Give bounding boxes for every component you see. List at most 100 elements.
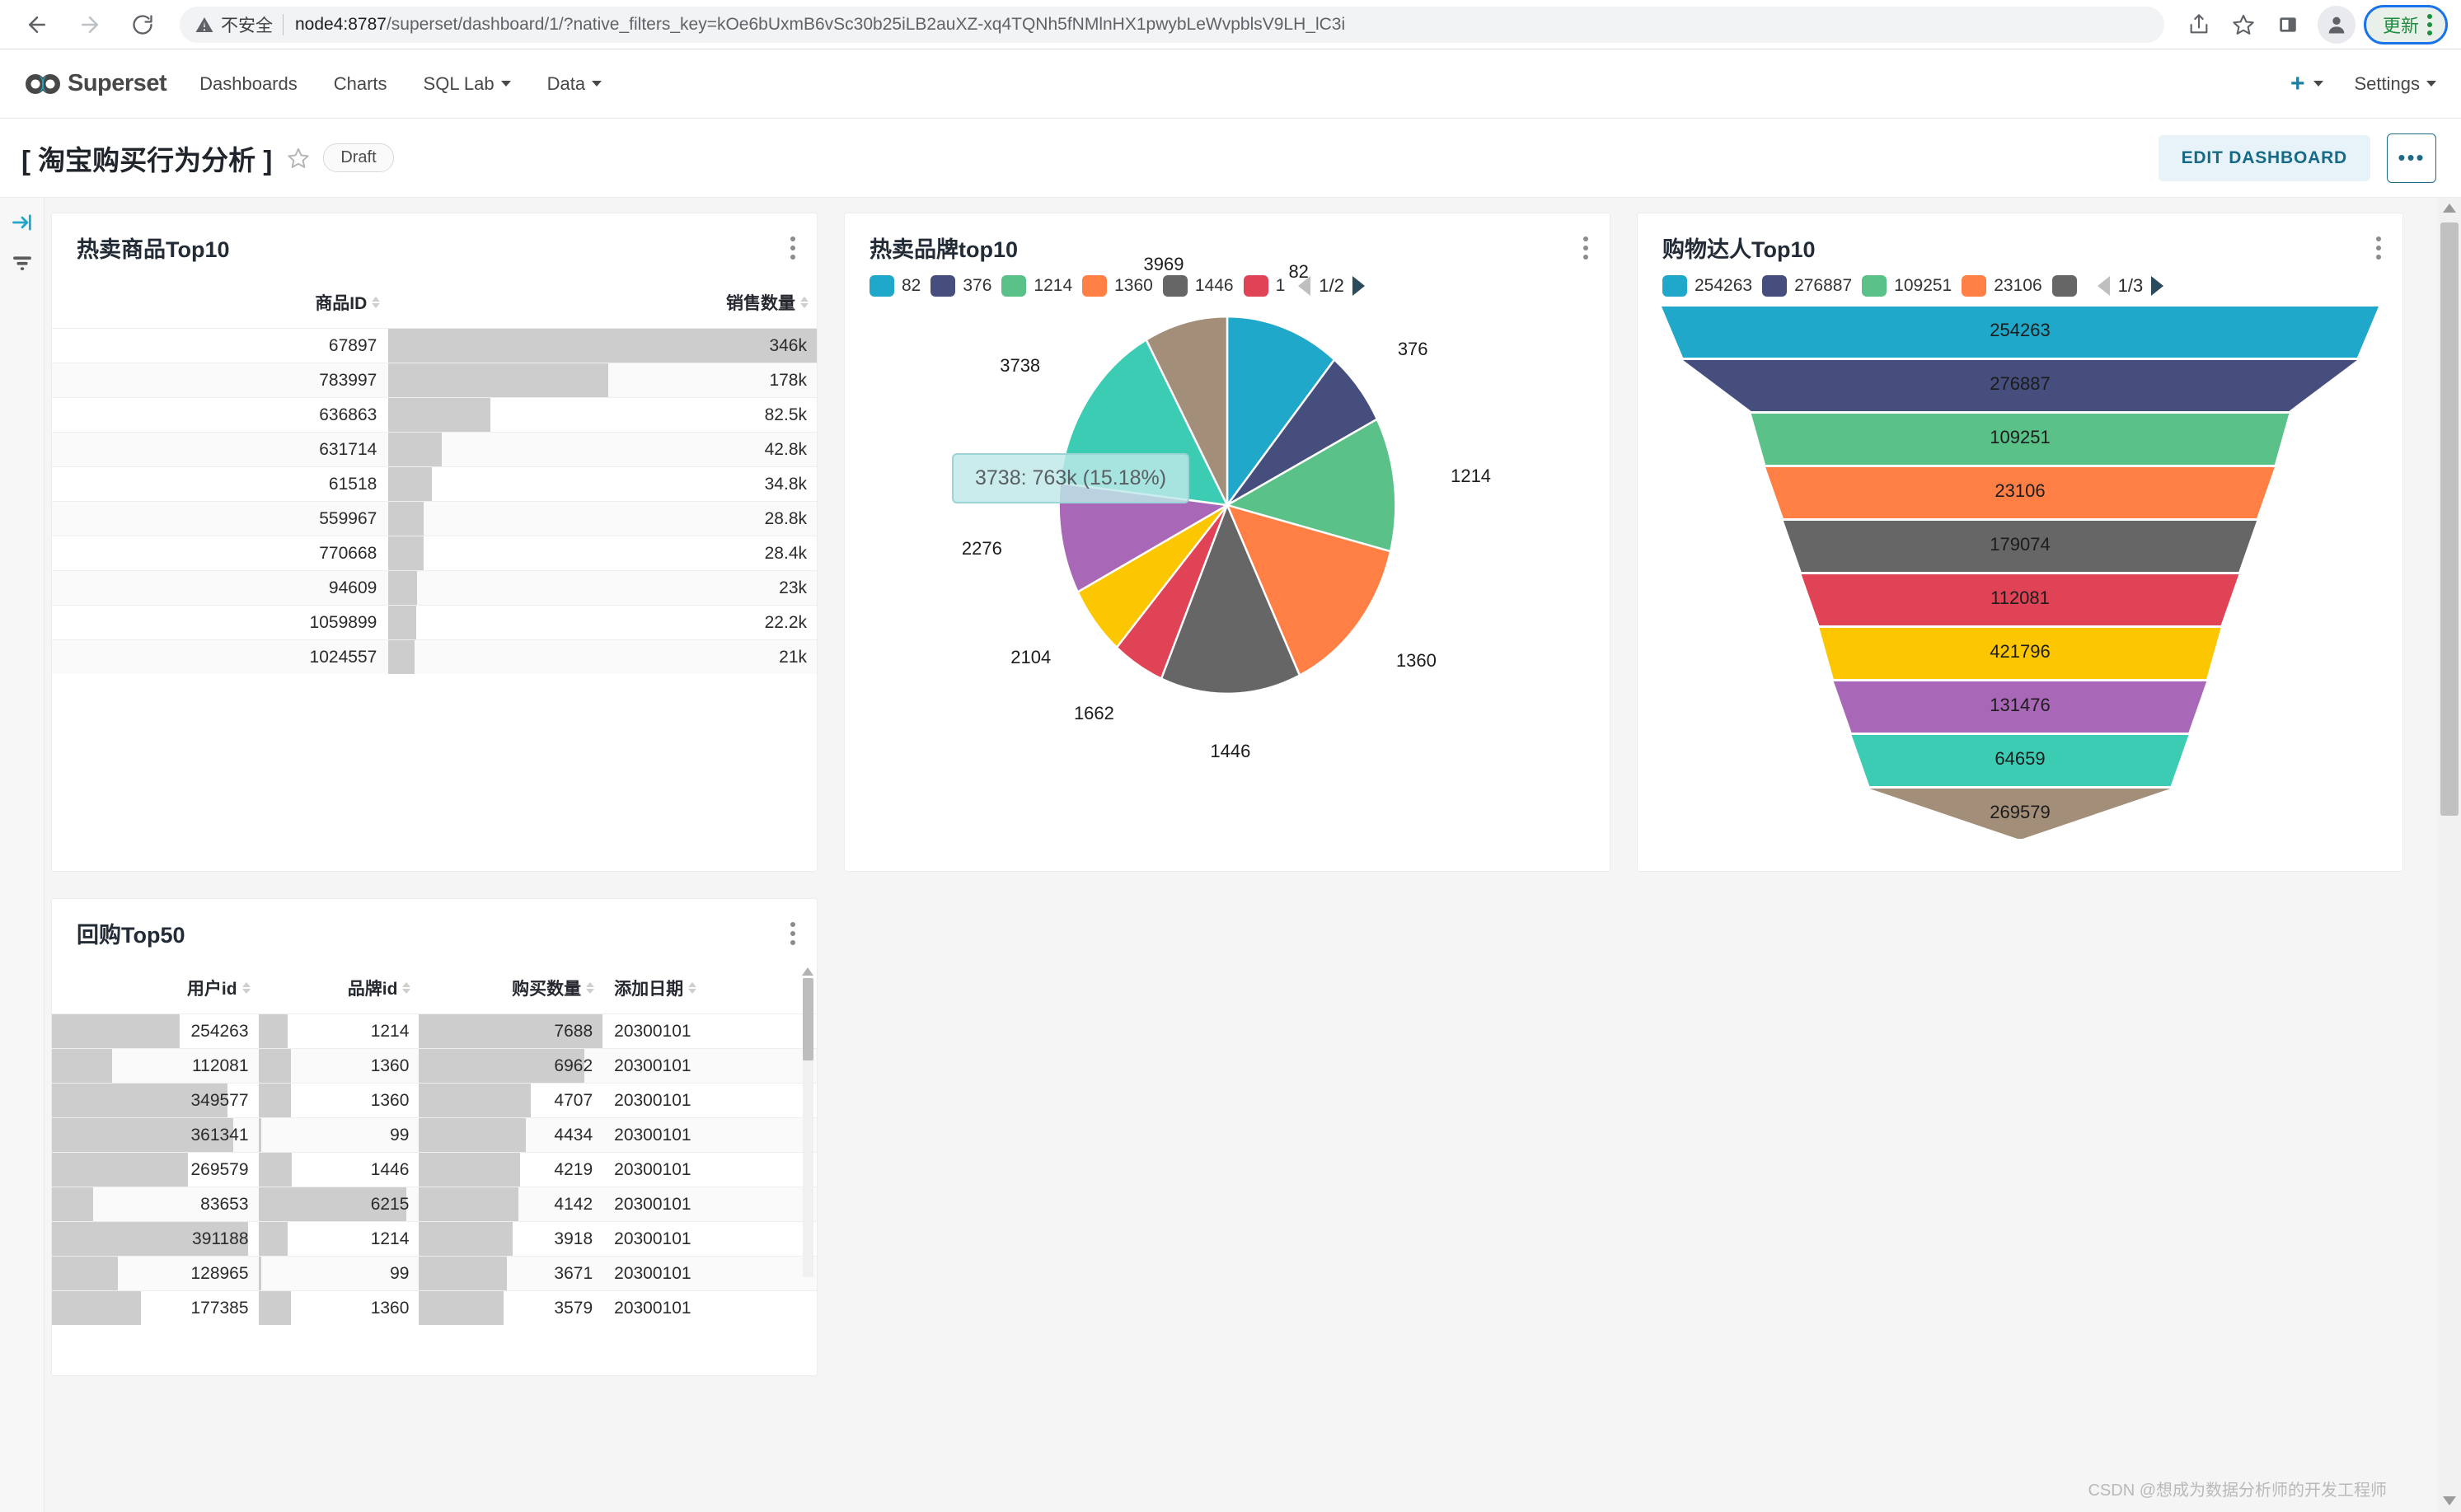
nav-link-dashboards[interactable]: Dashboards bbox=[199, 73, 298, 95]
cell-purchase-qty: 3671 bbox=[419, 1256, 603, 1291]
chart-more-menu-icon[interactable] bbox=[790, 917, 795, 945]
chart-title: 热卖商品Top10 bbox=[77, 237, 230, 262]
chevron-down-icon bbox=[500, 81, 511, 87]
legend-item[interactable]: 1 bbox=[1243, 275, 1285, 297]
legend-item[interactable]: 254263 bbox=[1662, 275, 1752, 297]
table-row: 254263 1214 7688 20300101 bbox=[52, 1013, 817, 1049]
profile-avatar-icon[interactable] bbox=[2317, 5, 2356, 44]
favorite-star-icon[interactable] bbox=[287, 147, 310, 170]
col-header-add-date[interactable]: 添加日期 bbox=[602, 964, 817, 1014]
legend-swatch bbox=[1162, 275, 1188, 297]
chart-more-menu-icon[interactable] bbox=[2376, 232, 2381, 260]
side-panel-icon[interactable] bbox=[2266, 3, 2309, 46]
filter-icon[interactable] bbox=[12, 252, 33, 274]
table-hot-products: 商品ID 销售数量 67897 346k 783997 178k 636863 82.5k… bbox=[52, 279, 817, 674]
legend-item[interactable]: 82 bbox=[870, 275, 921, 297]
cell-sales-qty: 34.8k bbox=[388, 466, 817, 502]
cell-product-id: 631714 bbox=[52, 432, 389, 467]
pie-chart-area: 82 376 1214 1360 1446 1662 2104 2276 3738 3969 37… bbox=[845, 254, 1610, 840]
cell-product-id: 770668 bbox=[52, 536, 389, 571]
col-header-sales-qty[interactable]: 销售数量 bbox=[388, 279, 817, 329]
col-header-product-id[interactable]: 商品ID bbox=[52, 279, 388, 329]
update-button[interactable]: 更新 bbox=[2363, 4, 2448, 44]
nav-link-settings[interactable]: Settings bbox=[2355, 73, 2436, 95]
filter-bar-rail bbox=[0, 198, 45, 1512]
chart-title: 回购Top50 bbox=[77, 923, 185, 948]
legend-label: 1446 bbox=[1194, 276, 1234, 295]
legend-label: 1214 bbox=[1034, 276, 1073, 295]
nav-link-data[interactable]: Data bbox=[547, 73, 602, 95]
legend-item[interactable]: 1446 bbox=[1162, 275, 1234, 297]
brand-text: Superset bbox=[68, 70, 167, 96]
cell-sales-qty: 22.2k bbox=[388, 605, 817, 640]
kebab-menu-icon[interactable] bbox=[2427, 13, 2432, 35]
back-button[interactable] bbox=[13, 1, 61, 49]
chart-more-menu-icon[interactable] bbox=[790, 232, 795, 260]
cell-add-date: 20300101 bbox=[602, 1290, 817, 1325]
superset-logo[interactable]: Superset bbox=[25, 69, 167, 99]
legend-next-icon[interactable] bbox=[1352, 276, 1365, 296]
legend-item[interactable]: 276887 bbox=[1762, 275, 1852, 297]
nav-link-charts[interactable]: Charts bbox=[334, 73, 387, 95]
expand-filter-bar-icon[interactable] bbox=[11, 211, 34, 234]
chart-row-1: 热卖商品Top10 商品ID 销售数量 67897 346k 783997 17… bbox=[51, 213, 2443, 872]
page-scrollbar[interactable] bbox=[2438, 198, 2461, 1512]
legend-item[interactable]: 1360 bbox=[1082, 275, 1153, 297]
page-scroll-up-icon[interactable] bbox=[2443, 204, 2456, 213]
legend-label: 254263 bbox=[1695, 276, 1753, 295]
nav-link-sql-lab[interactable]: SQL Lab bbox=[424, 73, 511, 95]
card-header: 热卖商品Top10 bbox=[52, 232, 817, 264]
legend-label: 1360 bbox=[1114, 276, 1153, 295]
funnel-segment-label: 109251 bbox=[1990, 427, 2051, 447]
legend-item[interactable]: 1214 bbox=[1001, 275, 1072, 297]
table-row: 128965 99 3671 20300101 bbox=[52, 1256, 817, 1291]
chart-card-shopping-experts: 购物达人Top10 254263 276887 109251 23106 1/3 254… bbox=[1637, 213, 2403, 872]
plus-icon: + bbox=[2290, 69, 2305, 97]
col-header-brand-id[interactable]: 品牌id bbox=[259, 964, 420, 1014]
omnibox-divider bbox=[283, 13, 284, 35]
pie-chart[interactable] bbox=[1034, 311, 1421, 699]
legend-item[interactable] bbox=[2051, 275, 2084, 297]
cell-brand-id: 1214 bbox=[258, 1221, 420, 1257]
scroll-up-arrow-icon[interactable] bbox=[802, 967, 813, 976]
legend-item[interactable]: 109251 bbox=[1862, 275, 1952, 297]
cell-user-id: 112081 bbox=[52, 1048, 259, 1084]
pie-legend: 82 376 1214 1360 1446 1 1/2 bbox=[845, 264, 1610, 297]
col-header-label: 商品ID bbox=[315, 294, 368, 313]
reload-button[interactable] bbox=[119, 1, 166, 49]
address-bar[interactable]: 不安全 node4:8787/superset/dashboard/1/?nat… bbox=[180, 6, 2164, 43]
share-icon[interactable] bbox=[2177, 3, 2220, 46]
card-header: 购物达人Top10 bbox=[1638, 232, 2402, 264]
legend-prev-icon[interactable] bbox=[2097, 276, 2110, 296]
bookmark-star-icon[interactable] bbox=[2222, 3, 2265, 46]
table-row: 269579 1446 4219 20300101 bbox=[52, 1152, 817, 1187]
table-row: 1059899 22.2k bbox=[52, 605, 817, 640]
chart-more-menu-icon[interactable] bbox=[1583, 232, 1588, 260]
card-header: 回购Top50 bbox=[52, 917, 817, 949]
new-item-menu[interactable]: + bbox=[2290, 69, 2323, 97]
cell-sales-qty: 346k bbox=[388, 328, 817, 363]
legend-swatch bbox=[930, 275, 956, 297]
cell-sales-qty: 42.8k bbox=[388, 432, 817, 467]
legend-pagination[interactable]: 1/3 bbox=[2097, 275, 2164, 297]
col-header-user-id[interactable]: 用户id bbox=[52, 964, 259, 1014]
cell-purchase-qty: 4707 bbox=[419, 1083, 603, 1118]
cell-add-date: 20300101 bbox=[602, 1187, 817, 1222]
legend-item[interactable]: 376 bbox=[930, 275, 991, 297]
cell-user-id: 177385 bbox=[52, 1290, 259, 1325]
legend-swatch bbox=[870, 275, 894, 297]
superset-navbar: Superset Dashboards Charts SQL Lab Data … bbox=[0, 49, 2461, 119]
edit-dashboard-button[interactable]: EDIT DASHBOARD bbox=[2158, 134, 2370, 181]
cell-brand-id: 99 bbox=[258, 1117, 420, 1153]
funnel-segment-label: 112081 bbox=[1990, 587, 2050, 608]
page-scroll-down-icon[interactable] bbox=[2443, 1496, 2456, 1505]
legend-next-icon[interactable] bbox=[2151, 276, 2164, 296]
dashboard-more-menu-button[interactable]: ••• bbox=[2387, 133, 2436, 183]
col-header-purchase-qty[interactable]: 购买数量 bbox=[419, 964, 602, 1014]
legend-swatch bbox=[1662, 275, 1687, 297]
forward-button[interactable] bbox=[66, 1, 114, 49]
cell-purchase-qty: 7688 bbox=[419, 1013, 603, 1049]
page-scroll-thumb[interactable] bbox=[2440, 222, 2459, 816]
legend-item[interactable]: 23106 bbox=[1962, 275, 2042, 297]
browser-toolbar: 不安全 node4:8787/superset/dashboard/1/?nat… bbox=[0, 0, 2461, 49]
